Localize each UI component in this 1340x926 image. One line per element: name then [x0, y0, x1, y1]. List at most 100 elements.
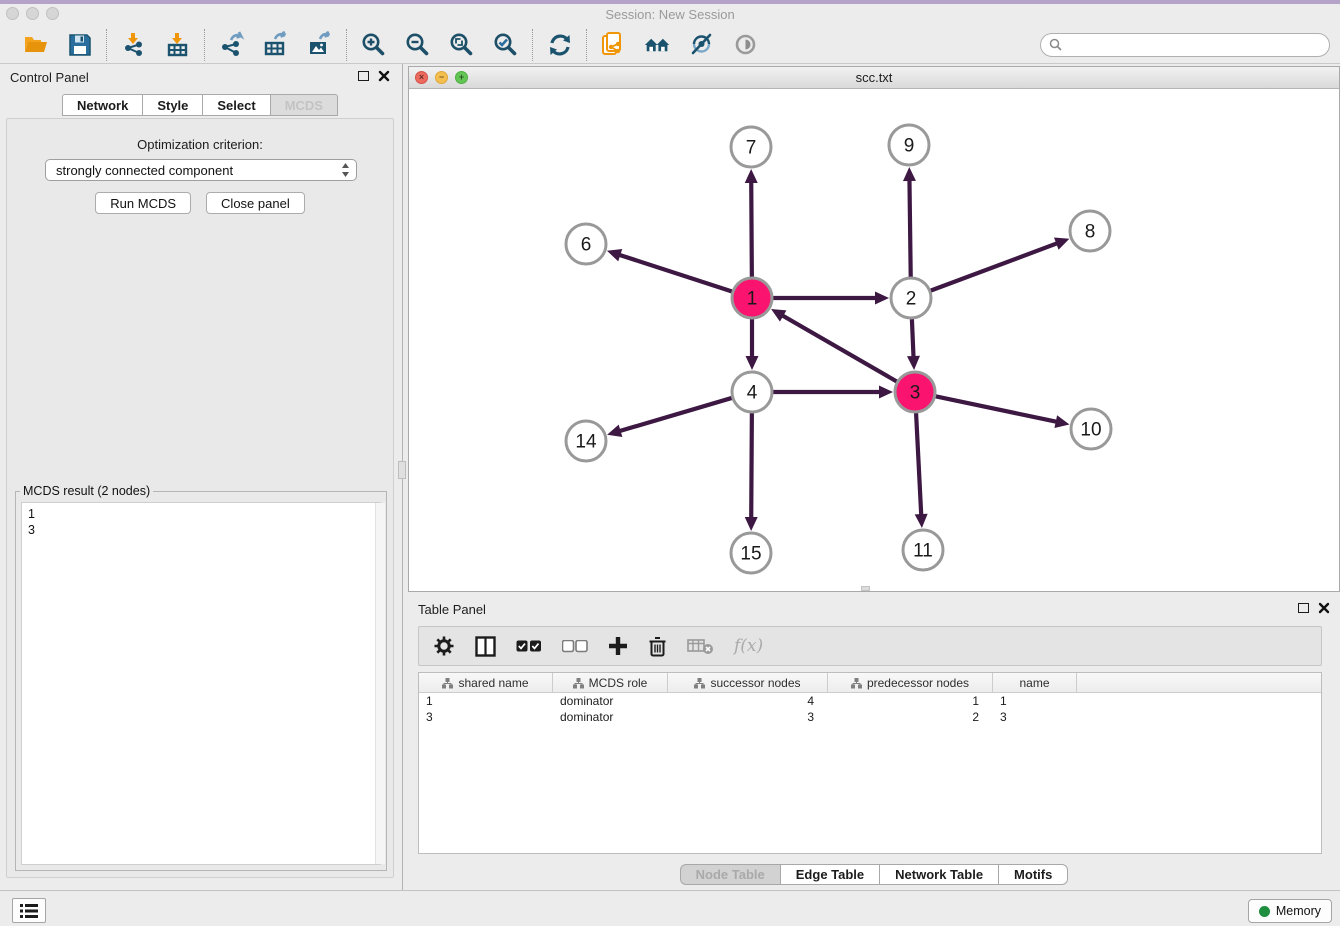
edge-2-8[interactable]: [931, 243, 1059, 291]
table-tab-network-table[interactable]: Network Table: [879, 864, 998, 885]
node-label-15: 15: [740, 544, 761, 565]
open-session-button[interactable]: [22, 31, 49, 58]
table-cell[interactable]: 4: [668, 693, 828, 709]
table-cell[interactable]: 2: [828, 709, 993, 725]
main-toolbar: [0, 26, 1340, 64]
deselect-all-rows-button[interactable]: [562, 640, 588, 653]
function-builder-button[interactable]: f(x): [734, 636, 763, 656]
edge-3-1[interactable]: [781, 314, 897, 381]
column-header-successor-nodes[interactable]: successor nodes: [668, 673, 828, 693]
select-all-rows-button[interactable]: [516, 640, 542, 653]
table-cell[interactable]: 1: [828, 693, 993, 709]
edge-3-11[interactable]: [916, 413, 921, 517]
zoom-fit-button[interactable]: [448, 31, 475, 58]
control-panel-tabs[interactable]: NetworkStyleSelectMCDS: [0, 94, 400, 116]
table-settings-button[interactable]: [433, 635, 455, 657]
zoom-group: [347, 31, 532, 58]
network-resize-grip[interactable]: [861, 586, 870, 591]
eye-button[interactable]: [732, 31, 759, 58]
edge-2-3[interactable]: [912, 319, 914, 359]
panel-divider-grip[interactable]: [398, 461, 406, 479]
memory-button[interactable]: Memory: [1248, 899, 1332, 923]
node-table-body[interactable]: 1dominator4113dominator323: [419, 693, 1321, 725]
import-table-button[interactable]: [164, 31, 191, 58]
edge-arrowhead: [607, 425, 622, 437]
import-network-button[interactable]: [120, 31, 147, 58]
memory-status-icon: [1259, 906, 1270, 917]
save-session-button[interactable]: [66, 31, 93, 58]
toggle-column-view-button[interactable]: [475, 636, 496, 657]
table-panel: Table Panel: [408, 596, 1340, 890]
hide-glasses-button[interactable]: [688, 31, 715, 58]
edge-4-15[interactable]: [751, 413, 752, 520]
float-table-panel-icon[interactable]: [1298, 603, 1309, 613]
column-header-shared-name[interactable]: shared name: [419, 673, 553, 693]
column-header-label: shared name: [458, 676, 528, 690]
network-window-titlebar[interactable]: × − + scc.txt: [409, 67, 1339, 89]
column-header-mcds-role[interactable]: MCDS role: [553, 673, 668, 693]
optimization-criterion-select[interactable]: strongly connected component: [45, 159, 357, 181]
column-header-label: successor nodes: [710, 676, 800, 690]
search-box[interactable]: [1040, 33, 1330, 57]
control-tab-select[interactable]: Select: [202, 94, 269, 116]
search-icon: [1049, 38, 1063, 52]
list-icon: [19, 903, 39, 919]
delete-table-button[interactable]: [687, 638, 714, 655]
task-history-button[interactable]: [12, 898, 46, 923]
node-table[interactable]: shared name MCDS role successor nodes prede…: [418, 672, 1322, 854]
duplicate-network-button[interactable]: [600, 31, 627, 58]
zoom-selected-button[interactable]: [492, 31, 519, 58]
run-mcds-button[interactable]: Run MCDS: [95, 192, 191, 214]
mcds-result-text[interactable]: 1 3: [21, 502, 381, 865]
refresh-layout-button[interactable]: [546, 31, 573, 58]
table-row[interactable]: 3dominator323: [419, 709, 1321, 725]
network-canvas[interactable]: 7968124314101511: [409, 89, 1339, 591]
zoom-fit-icon: [448, 31, 475, 58]
column-header-predecessor-nodes[interactable]: predecessor nodes: [828, 673, 993, 693]
zoom-in-button[interactable]: [360, 31, 387, 58]
table-tab-edge-table[interactable]: Edge Table: [780, 864, 879, 885]
duplicate-network-icon: [600, 31, 627, 58]
table-cell[interactable]: 1: [993, 693, 1077, 709]
attribute-tree-icon: [694, 678, 705, 689]
edge-1-6[interactable]: [617, 254, 732, 291]
control-tab-style[interactable]: Style: [142, 94, 202, 116]
node-label-10: 10: [1080, 420, 1101, 441]
edge-2-9[interactable]: [909, 178, 910, 277]
export-image-button[interactable]: [306, 31, 333, 58]
add-column-button[interactable]: [608, 636, 628, 656]
close-panel-button[interactable]: Close panel: [206, 192, 305, 214]
search-input[interactable]: [1063, 38, 1329, 52]
table-cell[interactable]: 1: [419, 693, 553, 709]
table-cell[interactable]: dominator: [553, 693, 668, 709]
column-header-name[interactable]: name: [993, 673, 1077, 693]
table-cell[interactable]: 3: [668, 709, 828, 725]
result-scrollbar[interactable]: [375, 503, 385, 864]
delete-column-button[interactable]: [648, 636, 667, 657]
export-table-button[interactable]: [262, 31, 289, 58]
fx-icon: f(x): [734, 636, 763, 656]
table-panel-tabs[interactable]: Node TableEdge TableNetwork TableMotifs: [408, 864, 1340, 885]
table-cell[interactable]: dominator: [553, 709, 668, 725]
application-window: Session: New Session: [0, 0, 1340, 926]
edge-3-10[interactable]: [936, 396, 1059, 422]
control-tab-mcds[interactable]: MCDS: [270, 94, 338, 116]
control-tab-network[interactable]: Network: [62, 94, 142, 116]
table-cell[interactable]: 3: [419, 709, 553, 725]
close-panel-icon[interactable]: [378, 70, 390, 82]
mcds-result-box: MCDS result (2 nodes) 1 3: [15, 491, 387, 871]
edge-1-7[interactable]: [751, 180, 752, 277]
table-tab-motifs[interactable]: Motifs: [998, 864, 1068, 885]
network-graph[interactable]: 7968124314101511: [409, 89, 1339, 591]
export-network-button[interactable]: [218, 31, 245, 58]
table-tab-node-table[interactable]: Node Table: [680, 864, 780, 885]
zoom-out-button[interactable]: [404, 31, 431, 58]
table-row[interactable]: 1dominator411: [419, 693, 1321, 709]
close-table-panel-icon[interactable]: [1318, 602, 1330, 614]
float-panel-icon[interactable]: [358, 71, 369, 81]
home-button[interactable]: [644, 31, 671, 58]
node-table-header[interactable]: shared name MCDS role successor nodes prede…: [419, 673, 1321, 693]
edge-4-14[interactable]: [618, 398, 732, 432]
export-group: [205, 31, 346, 58]
table-cell[interactable]: 3: [993, 709, 1077, 725]
